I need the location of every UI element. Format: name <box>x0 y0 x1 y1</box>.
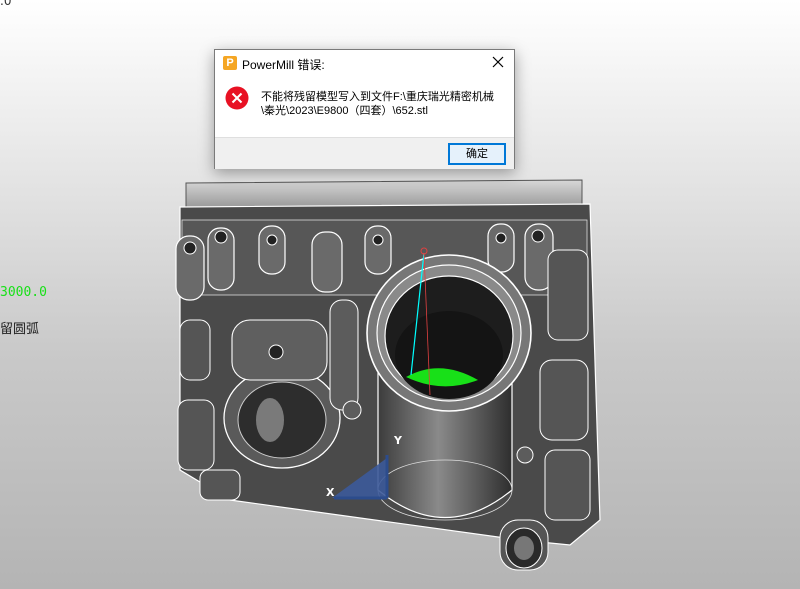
axis-y-label: Y <box>393 434 403 447</box>
dialog-body: 不能将残留模型写入到文件F:\重庆瑞光精密机械\秦光\2023\E9800（四套… <box>215 76 514 137</box>
error-dialog: P PowerMill 错误: 不能将残留模型写入到文件F:\重庆瑞光精密机械\… <box>214 49 515 169</box>
powermill-app-icon: P <box>223 56 237 70</box>
ok-button[interactable]: 确定 <box>448 143 506 165</box>
dialog-footer: 确定 <box>215 137 514 169</box>
error-icon <box>225 86 249 110</box>
dialog-title: PowerMill 错误: <box>242 58 325 72</box>
top-plate <box>185 179 583 208</box>
dialog-message: 不能将残留模型写入到文件F:\重庆瑞光精密机械\秦光\2023\E9800（四套… <box>261 91 494 117</box>
axis-x-label: X <box>326 486 335 499</box>
dialog-title-bar[interactable]: P PowerMill 错误: <box>215 50 514 76</box>
close-icon[interactable] <box>488 52 508 72</box>
